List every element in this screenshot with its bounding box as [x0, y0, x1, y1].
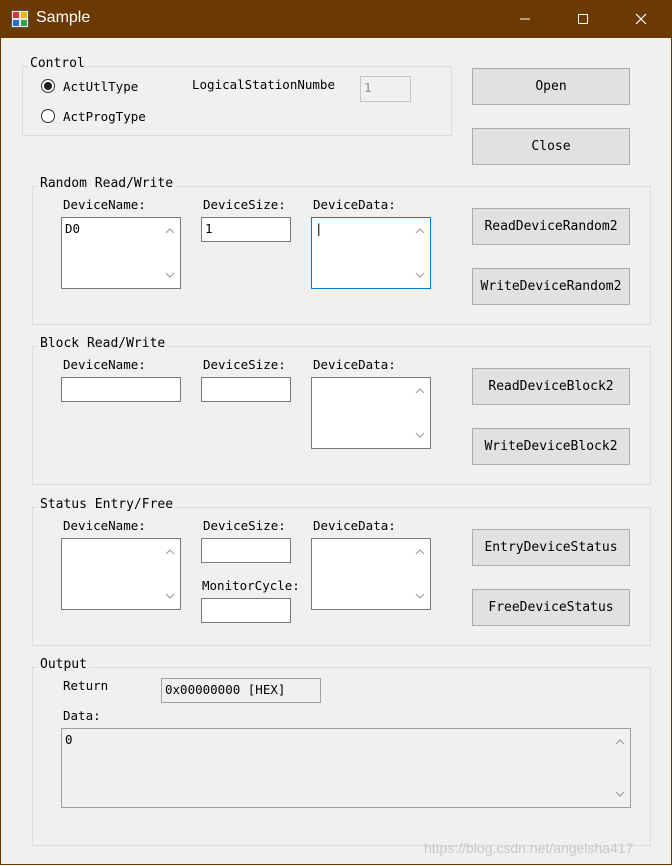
output-group-label: Output — [38, 657, 89, 672]
output-data-text: 0 — [65, 732, 73, 747]
monitor-cycle-input[interactable] — [201, 598, 291, 623]
scroll-down-icon[interactable] — [415, 271, 425, 279]
radio-actutltype-label[interactable]: ActUtlType — [63, 79, 138, 94]
random-device-name-label: DeviceName: — [63, 197, 146, 212]
window-title: Sample — [36, 9, 91, 26]
scroll-up-icon[interactable] — [415, 387, 425, 395]
output-data-field[interactable]: 0 — [61, 728, 631, 808]
block-device-data-label: DeviceData: — [313, 357, 396, 372]
random-rw-group-label: Random Read/Write — [38, 176, 176, 191]
watermark-text: https://blog.csdn.net/angelsha417 — [424, 840, 634, 856]
scroll-down-icon[interactable] — [615, 790, 625, 798]
block-rw-group-label: Block Read/Write — [38, 336, 168, 351]
logical-station-label: LogicalStationNumbe — [192, 77, 335, 92]
close-button[interactable]: Close — [472, 128, 630, 165]
app-icon — [11, 10, 29, 28]
maximize-icon — [578, 14, 588, 24]
scroll-up-icon[interactable] — [615, 738, 625, 746]
control-group-label: Control — [28, 56, 87, 71]
status-device-data-label: DeviceData: — [313, 518, 396, 533]
status-device-data-input[interactable] — [311, 538, 431, 610]
scroll-down-icon[interactable] — [165, 592, 175, 600]
scroll-up-icon[interactable] — [415, 227, 425, 235]
close-icon — [635, 13, 647, 25]
random-device-data-text: | — [315, 221, 323, 236]
radio-actprogtype-label[interactable]: ActProgType — [63, 109, 146, 124]
scrollbar[interactable] — [612, 730, 629, 806]
scroll-down-icon[interactable] — [415, 431, 425, 439]
random-device-name-text: D0 — [65, 221, 81, 236]
block-device-size-label: DeviceSize: — [203, 357, 286, 372]
entry-device-status-button[interactable]: EntryDeviceStatus — [472, 529, 630, 566]
scrollbar[interactable] — [412, 540, 429, 608]
status-device-name-input[interactable] — [61, 538, 181, 610]
status-entry-free-group-label: Status Entry/Free — [38, 497, 176, 512]
return-label: Return — [63, 678, 109, 693]
block-device-size-input[interactable] — [201, 377, 291, 402]
status-device-size-input[interactable] — [201, 538, 291, 563]
status-device-name-label: DeviceName: — [63, 518, 146, 533]
random-device-data-label: DeviceData: — [313, 197, 396, 212]
random-device-size-label: DeviceSize: — [203, 197, 286, 212]
monitor-cycle-label: MonitorCycle: — [202, 578, 300, 593]
return-value-field[interactable]: 0x00000000 [HEX] — [161, 678, 321, 703]
radio-selected-dot — [44, 82, 52, 90]
radio-actprogtype[interactable] — [41, 109, 55, 123]
random-device-data-input[interactable]: | — [311, 217, 431, 289]
scrollbar[interactable] — [162, 219, 179, 287]
block-device-name-input[interactable] — [61, 377, 181, 402]
logical-station-input[interactable]: 1 — [360, 76, 411, 102]
scrollbar[interactable] — [162, 540, 179, 608]
random-device-name-input[interactable]: D0 — [61, 217, 181, 289]
write-device-block2-button[interactable]: WriteDeviceBlock2 — [472, 428, 630, 465]
read-device-block2-button[interactable]: ReadDeviceBlock2 — [472, 368, 630, 405]
minimize-icon — [520, 18, 530, 20]
scroll-up-icon[interactable] — [165, 548, 175, 556]
radio-actutltype[interactable] — [41, 79, 55, 93]
block-device-name-label: DeviceName: — [63, 357, 146, 372]
status-device-size-label: DeviceSize: — [203, 518, 286, 533]
minimize-button[interactable] — [496, 0, 554, 38]
scroll-up-icon[interactable] — [415, 548, 425, 556]
scroll-up-icon[interactable] — [165, 227, 175, 235]
data-label: Data: — [63, 708, 101, 723]
close-window-button[interactable] — [612, 0, 670, 38]
block-device-data-input[interactable] — [311, 377, 431, 449]
write-device-random2-button[interactable]: WriteDeviceRandom2 — [472, 268, 630, 305]
read-device-random2-button[interactable]: ReadDeviceRandom2 — [472, 208, 630, 245]
random-device-size-input[interactable]: 1 — [201, 217, 291, 242]
open-button[interactable]: Open — [472, 68, 630, 105]
scroll-down-icon[interactable] — [165, 271, 175, 279]
scroll-down-icon[interactable] — [415, 592, 425, 600]
maximize-button[interactable] — [554, 0, 612, 38]
free-device-status-button[interactable]: FreeDeviceStatus — [472, 589, 630, 626]
scrollbar[interactable] — [412, 219, 429, 287]
scrollbar[interactable] — [412, 379, 429, 447]
